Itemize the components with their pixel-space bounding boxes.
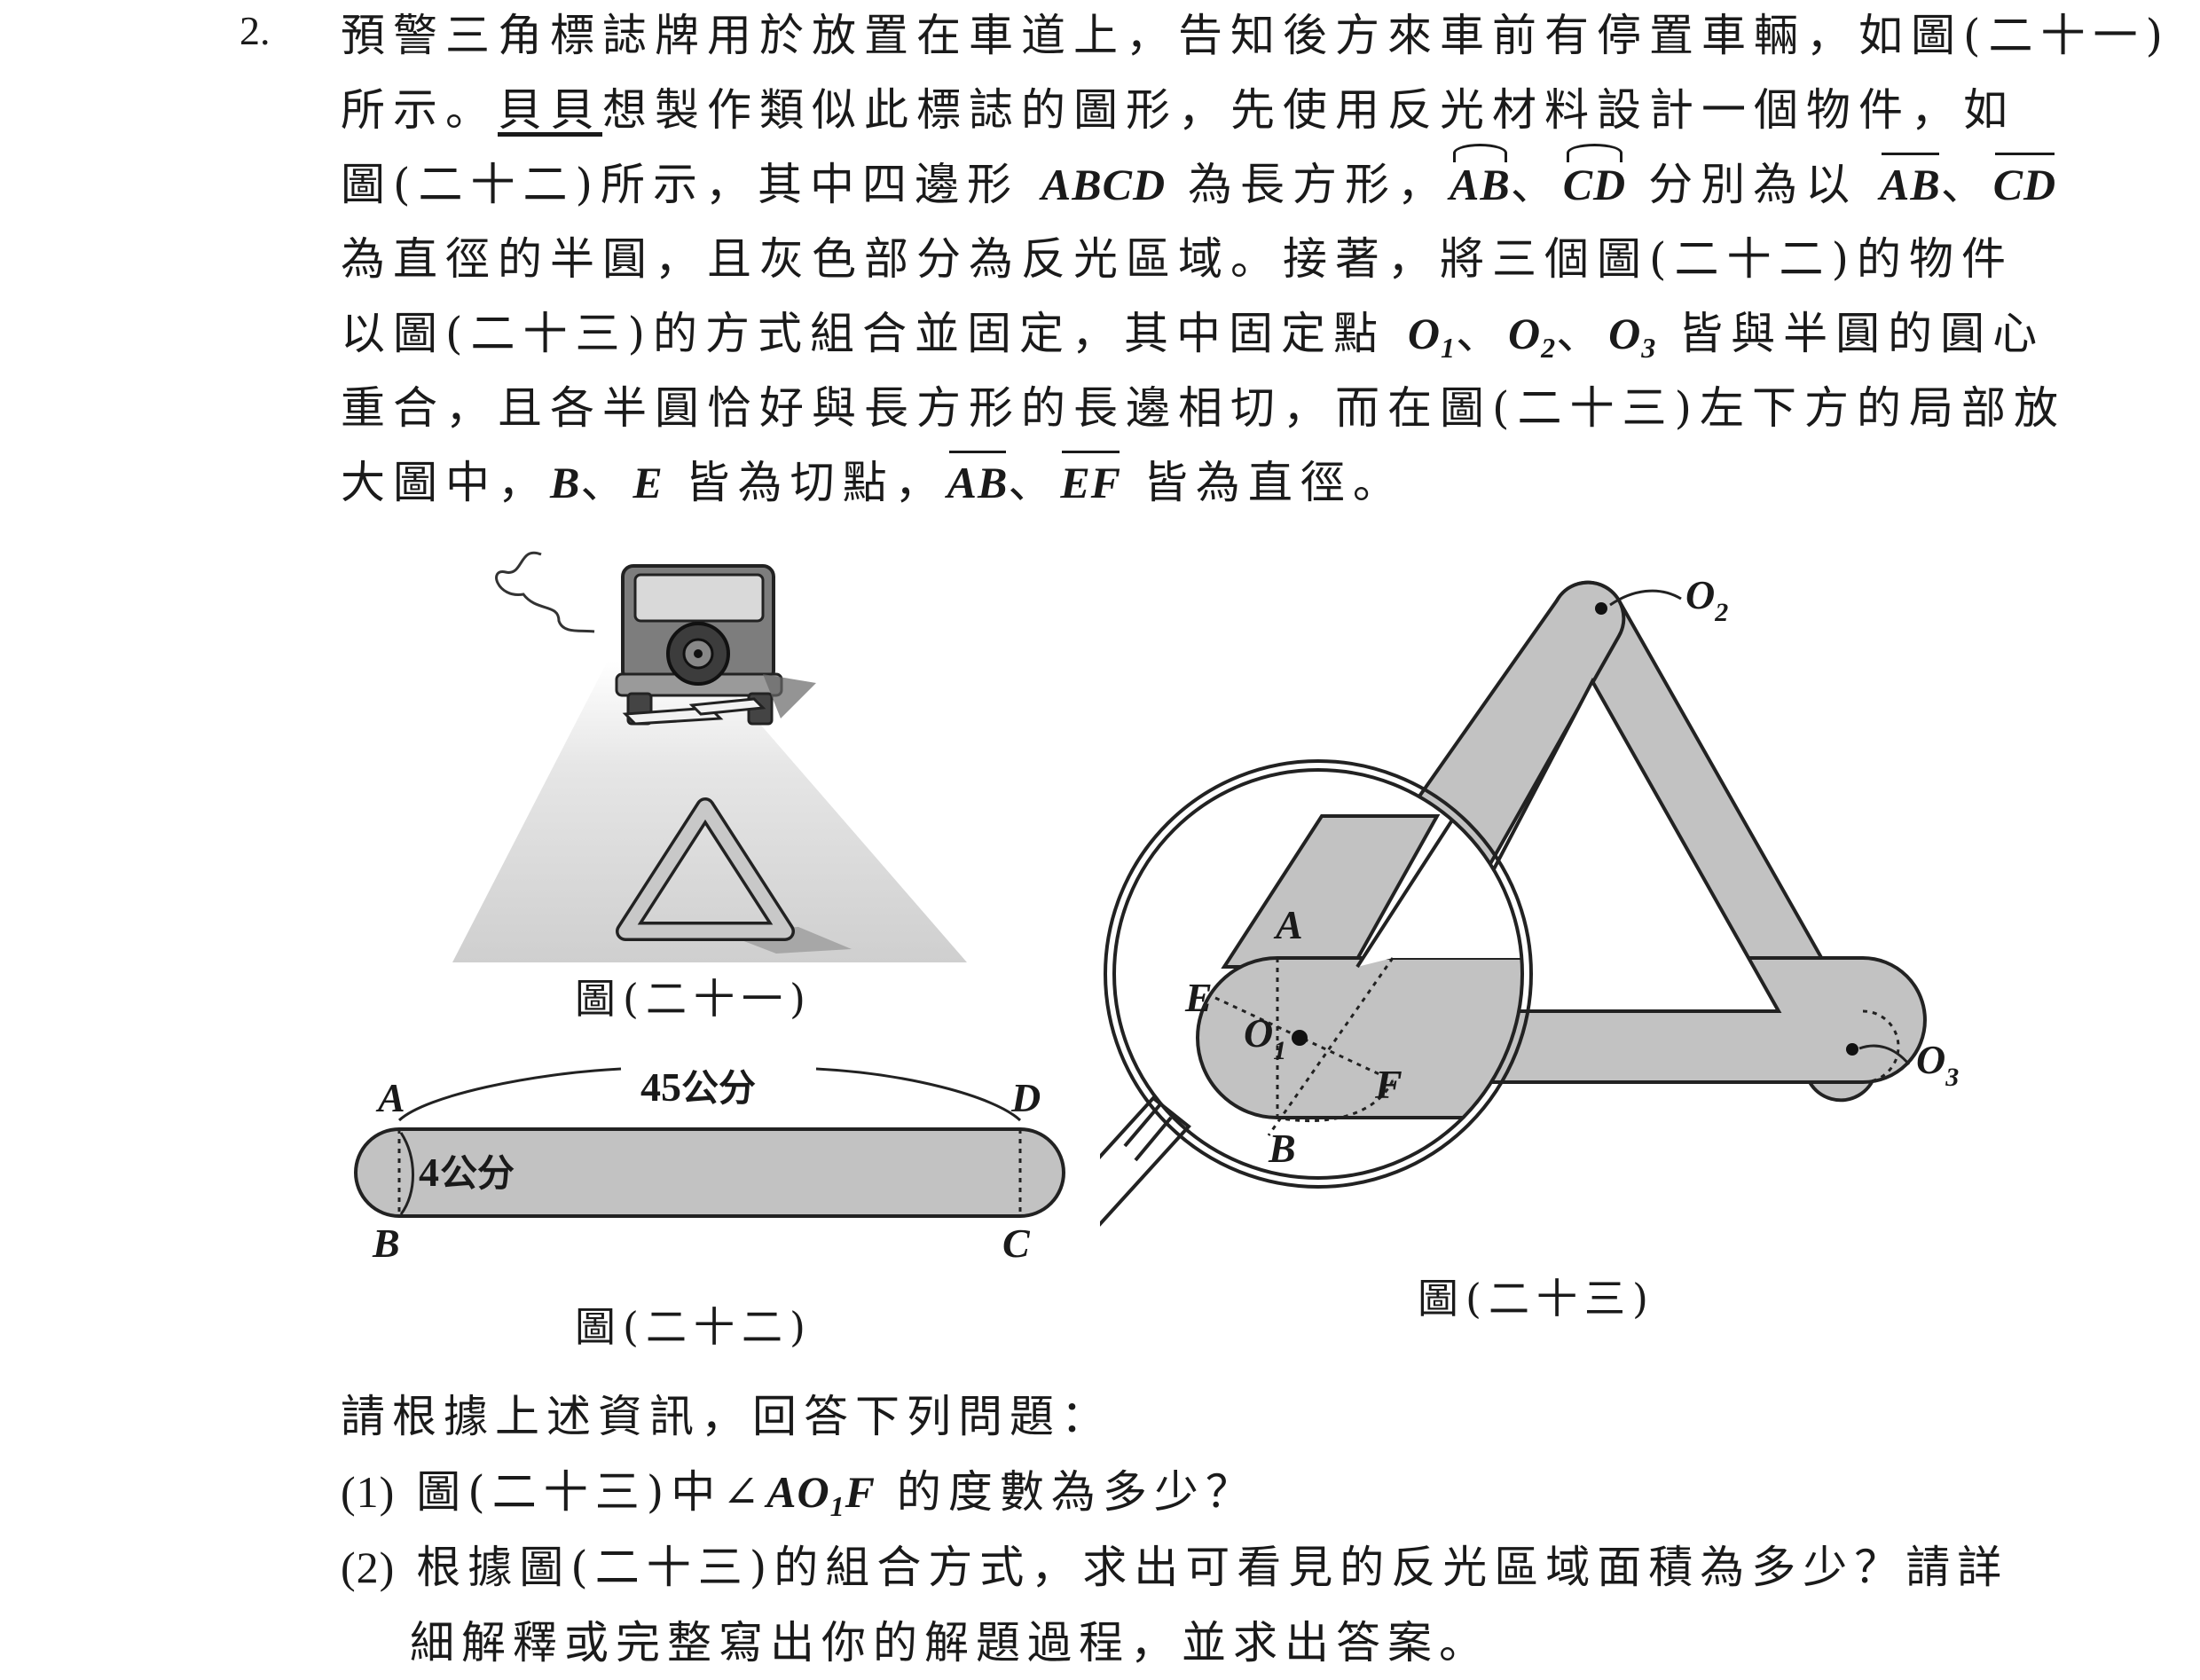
q1-number: (1) bbox=[341, 1467, 396, 1517]
paragraph-line-3: 圖(二十二)所示，其中四邊形 ABCD 為長方形，AB、CD 分別為以 AB、C… bbox=[341, 144, 2056, 222]
question-number: 2. bbox=[240, 8, 271, 53]
label-e: E bbox=[1184, 975, 1213, 1020]
q1-angle-label: AO1F bbox=[766, 1467, 876, 1522]
label-b-fig23: B bbox=[1268, 1126, 1296, 1171]
line2-suffix: 想製作類似此標誌的圖形，先使用反光材料設計一個物件，如 bbox=[602, 84, 2015, 136]
sep-o1: 、 bbox=[1456, 308, 1509, 359]
length-dimension-left bbox=[397, 1067, 622, 1122]
arc-ab-label: AB bbox=[1450, 144, 1511, 222]
point-o3-label: O3 bbox=[1608, 309, 1657, 364]
q2-number: (2) bbox=[341, 1543, 396, 1592]
paragraph-line-7: 大圖中，B、E 皆為切點，AB、EF 皆為直徑。 bbox=[341, 445, 1405, 520]
figure-21-caption: 圖(二十一) bbox=[575, 975, 813, 1023]
width-value: 4 bbox=[419, 1150, 439, 1195]
label-a-fig23: A bbox=[1273, 902, 1303, 947]
q1-text-b: 的度數為多少？ bbox=[896, 1466, 1257, 1518]
paragraph-line-6: 重合，且各半圓恰好與長方形的長邊相切，而在圖(二十三)左下方的局部放 bbox=[341, 382, 2067, 434]
line7-a: 大圖中， bbox=[341, 457, 550, 508]
figure-21-illustration bbox=[452, 551, 967, 962]
questions-intro: 請根據上述資訊，回答下列問題： bbox=[341, 1391, 1112, 1442]
q2-line-1: 根據圖(二十三)的組合方式，求出可看見的反光區域面積為多少？請詳 bbox=[416, 1542, 2009, 1593]
line7-d: 皆為直徑。 bbox=[1143, 457, 1405, 508]
segment-ef-label: EF bbox=[1060, 445, 1121, 520]
q1-text-a: 圖(二十三)中∠ bbox=[416, 1466, 767, 1518]
sep-o2: 、 bbox=[1556, 308, 1609, 359]
magnifier-handle bbox=[1100, 1095, 1191, 1227]
label-a: A bbox=[375, 1075, 405, 1120]
figure-23-diagram: O2 O3 O1 A E F B bbox=[1100, 572, 1959, 1227]
length-unit: 公分 bbox=[681, 1066, 756, 1110]
point-b-label: B bbox=[550, 458, 581, 507]
line3-c: 分別為以 bbox=[1648, 159, 1858, 210]
exhaust-smoke bbox=[495, 551, 595, 633]
person-name: 貝貝 bbox=[498, 84, 602, 136]
paragraph-line-1: 預警三角標誌牌用於放置在車道上，告知後方來車前有停置車輛，如圖(二十一) bbox=[341, 10, 2172, 61]
segment-ab-label: AB bbox=[1880, 147, 1941, 222]
label-b: B bbox=[372, 1221, 400, 1266]
line5-a: 以圖(二十三)的方式組合並固定，其中固定點 bbox=[341, 308, 1387, 359]
segment-ab-label-2: AB bbox=[947, 445, 1009, 520]
sep-1: 、 bbox=[1510, 159, 1563, 210]
label-f: F bbox=[1374, 1062, 1402, 1107]
line2-prefix: 所示。 bbox=[341, 84, 498, 136]
question-2: (2) 根據圖(二十三)的組合方式，求出可看見的反光區域面積為多少？請詳 bbox=[341, 1530, 2008, 1605]
sep-2: 、 bbox=[1940, 159, 1993, 210]
paragraph-line-4: 為直徑的半圓，且灰色部分為反光區域。接著，將三個圖(二十二)的物件 bbox=[341, 233, 2015, 285]
paragraph-line-2: 所示。貝貝想製作類似此標誌的圖形，先使用反光材料設計一個物件，如 bbox=[341, 73, 2015, 147]
label-d: D bbox=[1010, 1075, 1041, 1120]
rect-abcd-label: ABCD bbox=[1041, 160, 1167, 209]
point-o2-label: O2 bbox=[1508, 309, 1557, 364]
segment-cd-label: CD bbox=[1993, 147, 2056, 222]
label-o2: O2 bbox=[1685, 572, 1728, 627]
length-dimension-right bbox=[815, 1067, 1022, 1122]
question-2-line-2: 細解釋或完整寫出你的解題過程，並求出答案。 bbox=[410, 1617, 1490, 1668]
arc-cd-label: CD bbox=[1563, 144, 1626, 222]
sep-be: 、 bbox=[580, 457, 633, 508]
length-value: 45 bbox=[640, 1064, 681, 1110]
label-c: C bbox=[1002, 1221, 1031, 1266]
line5-b: 皆與半圓的圓心 bbox=[1678, 308, 2046, 359]
point-o1-label: O1 bbox=[1407, 309, 1457, 364]
line7-c: 皆為切點， bbox=[685, 457, 947, 508]
line3-b: 為長方形， bbox=[1188, 159, 1450, 210]
label-o3: O3 bbox=[1916, 1037, 1959, 1092]
sep-ab-ef: 、 bbox=[1008, 457, 1061, 508]
figure-22-diagram: 45 公分 4 公分 A B C D bbox=[354, 1064, 1065, 1266]
line3-a: 圖(二十二)所示，其中四邊形 bbox=[341, 159, 1020, 210]
point-e-label: E bbox=[632, 458, 664, 507]
figure-22-caption: 圖(二十二) bbox=[575, 1303, 813, 1351]
width-unit: 公分 bbox=[440, 1151, 515, 1195]
figure-23-caption: 圖(二十三) bbox=[1418, 1275, 1655, 1323]
